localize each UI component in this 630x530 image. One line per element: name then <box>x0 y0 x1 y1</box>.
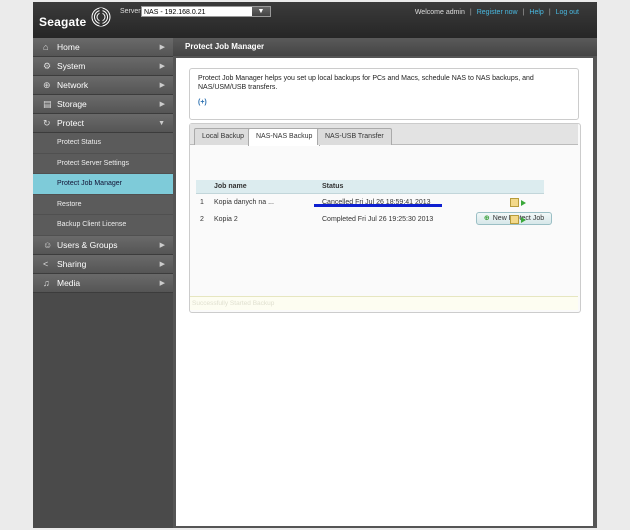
users-icon: ☺ <box>43 239 53 250</box>
play-icon[interactable] <box>521 216 526 223</box>
tab-nas-usb-transfer[interactable]: NAS-USB Transfer <box>317 128 392 145</box>
media-icon: ♫ <box>43 277 50 288</box>
protect-icon: ↻ <box>43 118 51 128</box>
chevron-right-icon: ▶ <box>159 82 165 89</box>
row-number: 1 <box>200 199 204 206</box>
sidebar-item-protect[interactable]: ↻ Protect ▼ <box>33 114 173 133</box>
sidebar-subitem-backup-client-license[interactable]: Backup Client License <box>33 215 173 236</box>
storage-icon: ▤ <box>43 99 52 109</box>
sidebar-subitem-protect-status[interactable]: Protect Status <box>33 133 173 154</box>
brand-logo: Seagate <box>39 15 87 29</box>
content-panel: Protect Job Manager helps you set up loc… <box>176 58 593 526</box>
highlight-underline <box>314 204 442 207</box>
more-link[interactable]: (+) <box>198 98 570 107</box>
tab-nas-nas-backup[interactable]: NAS-NAS Backup <box>248 128 321 146</box>
job-name-cell: Kopia danych na ... <box>214 199 274 206</box>
table-header-row: Job name Status <box>196 180 544 194</box>
sidebar-item-media[interactable]: ♫ Media ▶ <box>33 273 173 293</box>
server-value: NAS - 192.168.0.21 <box>144 9 206 16</box>
server-label: Server: <box>120 8 143 15</box>
row-number: 2 <box>200 216 204 223</box>
welcome-text: Welcome admin <box>414 9 465 16</box>
chevron-right-icon: ▶ <box>159 101 165 108</box>
chevron-down-icon: ▼ <box>158 120 165 127</box>
intro-text: Protect Job Manager helps you set up loc… <box>198 75 534 91</box>
sidebar-item-label: Media <box>57 277 81 288</box>
edit-icon[interactable] <box>510 198 519 207</box>
sidebar-item-home[interactable]: ⌂ Home ▶ <box>33 38 173 57</box>
help-link[interactable]: Help <box>529 9 543 16</box>
logout-link[interactable]: Log out <box>556 9 579 16</box>
sidebar-item-label: Storage <box>57 99 87 109</box>
sidebar-item-label: Sharing <box>57 258 87 269</box>
server-select[interactable]: NAS - 192.168.0.21 ▼ <box>141 6 271 17</box>
system-icon: ⚙ <box>43 61 52 71</box>
sidebar: ⌂ Home ▶ ⚙ System ▶ ⊕ Network ▶ ▤ Storag… <box>33 38 173 528</box>
chevron-down-icon[interactable]: ▼ <box>252 7 270 16</box>
tab-local-backup[interactable]: Local Backup <box>194 128 253 145</box>
register-link[interactable]: Register now <box>477 9 518 16</box>
seagate-logo-icon <box>91 7 111 27</box>
sidebar-subitem-restore[interactable]: Restore <box>33 194 173 215</box>
sidebar-item-network[interactable]: ⊕ Network ▶ <box>33 76 173 95</box>
top-links: Welcome admin | Register now | Help | Log out <box>414 9 579 16</box>
tab-strip: Local Backup NAS-NAS Backup NAS-USB Tran… <box>190 124 578 146</box>
job-status-cell: Completed Fri Jul 26 19:25:30 2013 <box>322 216 434 223</box>
chevron-right-icon: ▶ <box>159 279 165 287</box>
home-icon: ⌂ <box>43 42 49 52</box>
sidebar-subitem-protect-server-settings[interactable]: Protect Server Settings <box>33 153 173 174</box>
chevron-right-icon: ▶ <box>159 260 165 268</box>
main-content: Protect Job Manager Protect Job Manager … <box>173 38 597 528</box>
table-header-num <box>196 180 210 194</box>
sidebar-item-label: System <box>57 61 86 71</box>
table-row[interactable]: 2 Kopia 2 Completed Fri Jul 26 19:25:30 … <box>196 211 544 228</box>
job-name-cell: Kopia 2 <box>214 216 238 223</box>
top-bar: Seagate Server: NAS - 192.168.0.21 ▼ Wel… <box>33 2 597 38</box>
page-title: Protect Job Manager <box>173 38 597 56</box>
chevron-right-icon: ▶ <box>159 44 165 51</box>
sidebar-item-users-groups[interactable]: ☺ Users & Groups ▶ <box>33 235 173 255</box>
sharing-icon: < <box>43 258 49 269</box>
job-status-cell: Cancelled Fri Jul 26 18:59:41 2013 <box>322 199 431 206</box>
chevron-right-icon: ▶ <box>159 241 165 249</box>
row-actions <box>506 194 544 212</box>
row-actions <box>506 211 544 228</box>
sidebar-item-system[interactable]: ⚙ System ▶ <box>33 57 173 76</box>
table-header-actions <box>506 180 544 194</box>
table-row[interactable]: 1 Kopia danych na ... Cancelled Fri Jul … <box>196 194 544 212</box>
play-icon[interactable] <box>521 199 526 206</box>
sidebar-item-storage[interactable]: ▤ Storage ▶ <box>33 95 173 114</box>
sidebar-item-label: Network <box>57 80 89 90</box>
app-frame: Seagate Server: NAS - 192.168.0.21 ▼ Wel… <box>33 2 597 528</box>
table-header-job-name: Job name <box>210 180 318 194</box>
sidebar-item-label: Home <box>57 42 80 52</box>
network-icon: ⊕ <box>43 80 51 90</box>
sidebar-item-sharing[interactable]: < Sharing ▶ <box>33 254 173 274</box>
sidebar-subitem-protect-job-manager[interactable]: Protect Job Manager <box>33 174 173 195</box>
sidebar-item-label: Protect <box>57 118 84 128</box>
sidebar-item-label: Users & Groups <box>57 239 118 250</box>
intro-box: Protect Job Manager helps you set up loc… <box>189 68 579 120</box>
table-header-status: Status <box>318 180 506 194</box>
edit-icon[interactable] <box>510 215 519 224</box>
status-message: Successfully Started Backup <box>190 296 578 310</box>
chevron-right-icon: ▶ <box>159 63 165 70</box>
